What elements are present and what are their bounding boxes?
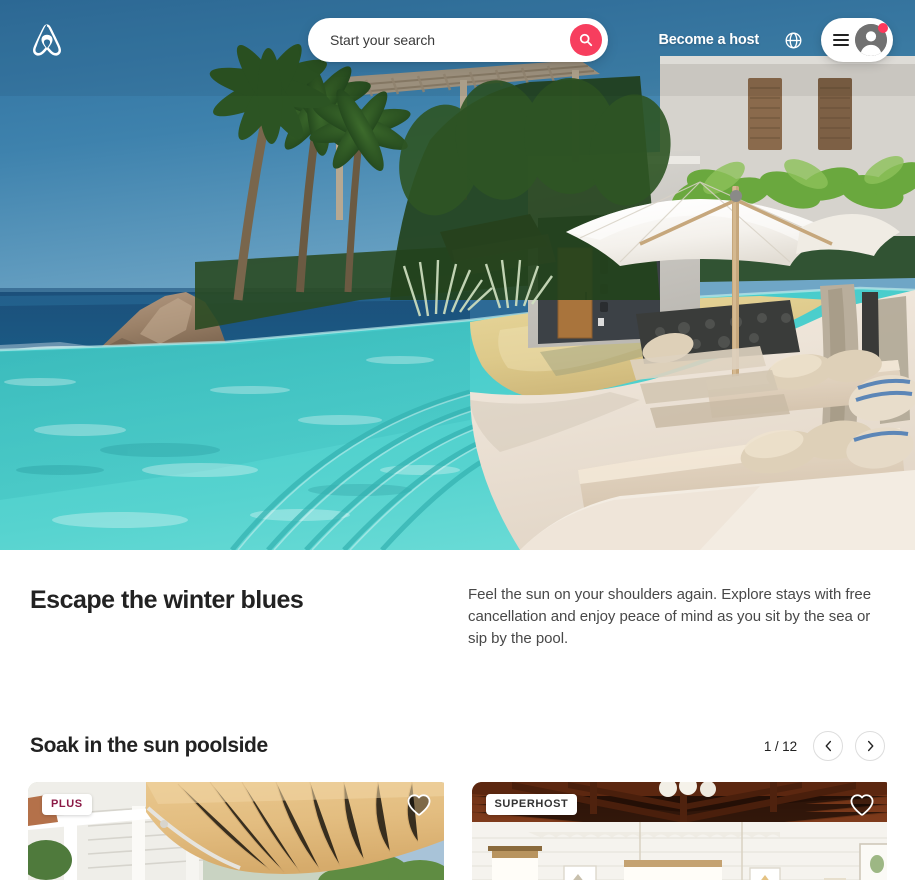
site-header: Become a host bbox=[0, 0, 915, 80]
page-root: Become a host bbox=[0, 0, 915, 880]
carousel-prev-button[interactable] bbox=[813, 731, 843, 761]
listing-card[interactable]: SUPERHOST bbox=[471, 782, 887, 880]
globe-icon bbox=[785, 32, 801, 48]
intro-section: Escape the winter blues Feel the sun on … bbox=[0, 550, 915, 710]
chevron-right-icon bbox=[867, 740, 873, 752]
hero-illustration bbox=[0, 0, 915, 550]
favorite-heart-button[interactable] bbox=[406, 792, 432, 818]
header-nav-right: Become a host bbox=[646, 18, 893, 62]
carousel-header: Soak in the sun poolside 1 / 12 bbox=[0, 710, 915, 782]
heart-icon bbox=[407, 794, 430, 816]
notification-badge bbox=[878, 23, 888, 33]
chevron-left-icon bbox=[825, 740, 831, 752]
airbnb-logo-icon[interactable] bbox=[30, 22, 64, 58]
become-a-host-link[interactable]: Become a host bbox=[646, 22, 771, 58]
status-badge: PLUS bbox=[42, 794, 92, 815]
carousel-next-button[interactable] bbox=[855, 731, 885, 761]
language-globe-button[interactable] bbox=[775, 22, 811, 58]
listing-cards: PLUS SUPERHOST bbox=[0, 782, 915, 880]
carousel-title: Soak in the sun poolside bbox=[30, 734, 268, 757]
page-title: Escape the winter blues bbox=[30, 586, 304, 614]
hero-image bbox=[0, 0, 915, 550]
user-menu-button[interactable] bbox=[821, 18, 893, 62]
status-badge: SUPERHOST bbox=[485, 794, 578, 815]
user-avatar-icon bbox=[855, 23, 888, 56]
heart-icon bbox=[850, 794, 874, 816]
favorite-heart-button[interactable] bbox=[849, 792, 875, 818]
hamburger-menu-icon bbox=[833, 34, 849, 46]
carousel-nav: 1 / 12 bbox=[764, 731, 885, 761]
carousel-page-indicator: 1 / 12 bbox=[763, 738, 797, 754]
search-input[interactable] bbox=[330, 32, 570, 48]
search-button[interactable] bbox=[570, 24, 602, 56]
listing-card[interactable]: PLUS bbox=[28, 782, 444, 880]
intro-description: Feel the sun on your shoulders again. Ex… bbox=[468, 586, 872, 647]
search-bar[interactable] bbox=[308, 18, 608, 62]
carousel-section: Soak in the sun poolside 1 / 12 PLUS SUP… bbox=[0, 710, 915, 880]
search-icon bbox=[579, 33, 593, 47]
